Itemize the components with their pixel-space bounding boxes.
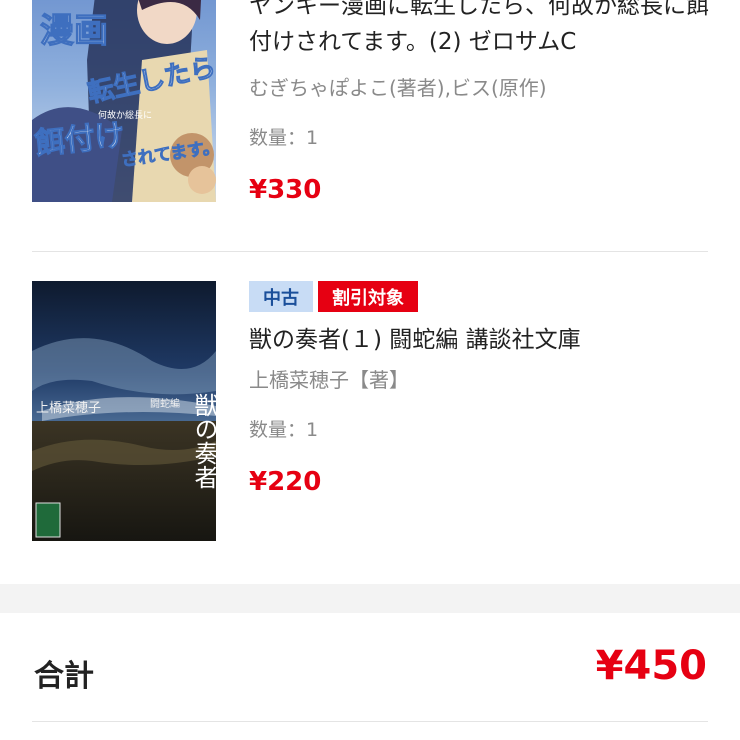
svg-text:闘蛇編: 闘蛇編 xyxy=(150,397,180,410)
discount-badge: 割引対象 xyxy=(318,281,418,312)
total-row: 合計 ¥450 xyxy=(0,613,740,721)
item-quantity: 数量：1 xyxy=(249,419,319,441)
total-amount: ¥450 xyxy=(595,643,707,689)
item-author: 上橋菜穂子【著】 xyxy=(249,368,409,392)
item-price: ¥220 xyxy=(249,467,322,497)
book-cover-image[interactable]: 上橋菜穂子 闘蛇編 獣の奏者 xyxy=(32,281,216,541)
item-author: むぎちゃぽよこ(著者),ビス(原作) xyxy=(249,76,547,100)
used-badge: 中古 xyxy=(249,281,313,312)
item-badges: 中古 割引対象 xyxy=(249,281,719,312)
cover-art: 上橋菜穂子 闘蛇編 獣の奏者 xyxy=(32,281,216,541)
svg-text:漫画: 漫画 xyxy=(40,11,108,51)
svg-text:獣の奏者: 獣の奏者 xyxy=(190,393,216,489)
total-label: 合計 xyxy=(34,659,94,694)
item-quantity: 数量：1 xyxy=(249,127,319,149)
total-divider xyxy=(32,721,708,722)
svg-text:上橋菜穂子: 上橋菜穂子 xyxy=(36,401,101,416)
item-price: ¥330 xyxy=(249,175,322,205)
section-separator xyxy=(0,584,740,613)
cart-item: 漫画 転生したら 何故か総長に 餌付け されてます。 ヤンキー漫画に転生したら、… xyxy=(0,0,740,252)
item-title[interactable]: 獣の奏者(１) 闘蛇編 講談社文庫 xyxy=(249,322,719,358)
item-info: 中古 割引対象 獣の奏者(１) 闘蛇編 講談社文庫 上橋菜穂子【著】 数量：1 … xyxy=(249,281,719,498)
cover-art: 漫画 転生したら 何故か総長に 餌付け されてます。 xyxy=(32,0,216,202)
cart-item: 上橋菜穂子 闘蛇編 獣の奏者 中古 割引対象 獣の奏者(１) 闘蛇編 講談社文庫… xyxy=(0,252,740,584)
item-info: ヤンキー漫画に転生したら、何故か総長に餌付けされてます。(2) ゼロサムC むぎ… xyxy=(249,0,719,206)
book-cover-image[interactable]: 漫画 転生したら 何故か総長に 餌付け されてます。 xyxy=(32,0,216,202)
item-title[interactable]: ヤンキー漫画に転生したら、何故か総長に餌付けされてます。(2) ゼロサムC xyxy=(249,0,719,60)
